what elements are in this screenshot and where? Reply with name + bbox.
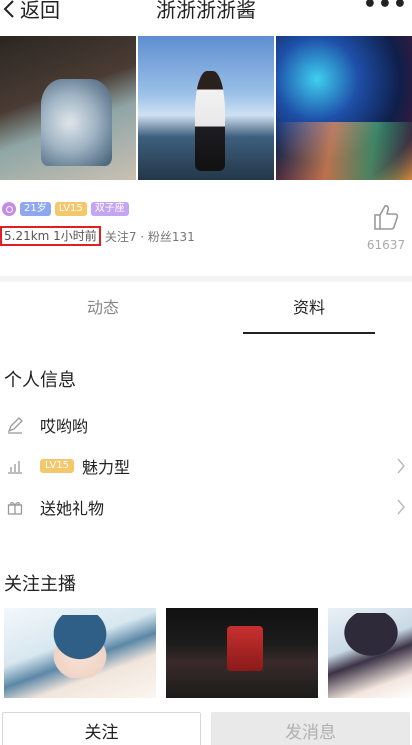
profile-summary: 21岁 LV15 双子座 5.21km 1小时前 关注7 · 粉丝131 616… (0, 196, 412, 260)
thumbs-up-icon (374, 204, 399, 230)
nav-header: 返回 浙浙浙浙酱 ••• (0, 0, 412, 34)
meta-row: 5.21km 1小时前 关注7 · 粉丝131 (0, 226, 195, 246)
distance-time: 5.21km 1小时前 (0, 226, 101, 246)
page-title: 浙浙浙浙酱 (156, 0, 256, 22)
pencil-icon (4, 414, 26, 436)
chevron-right-icon (397, 499, 405, 515)
female-gender-icon (2, 202, 16, 216)
personal-info-title: 个人信息 (4, 370, 76, 391)
like-button[interactable]: 61637 (364, 202, 408, 252)
signature-row: 哎哟哟 (0, 410, 412, 440)
level-badge: LV15 (54, 202, 87, 216)
bar-chart-icon (4, 455, 26, 477)
followed-anchors-title: 关注主播 (4, 574, 76, 595)
tab-profile[interactable]: 资料 (206, 282, 412, 334)
follow-info: 关注7 · 粉丝131 (104, 229, 195, 244)
like-count: 61637 (366, 238, 406, 252)
tab-moments[interactable]: 动态 (0, 282, 206, 334)
anchor-list (4, 608, 412, 698)
action-bar: 关注 发消息 (0, 712, 412, 745)
anchor-avatar[interactable] (328, 608, 412, 698)
badge-row: 21岁 LV15 双子座 (2, 202, 129, 216)
signature-text: 哎哟哟 (40, 417, 89, 436)
anchor-avatar[interactable] (4, 608, 156, 698)
send-message-button[interactable]: 发消息 (211, 712, 410, 745)
gift-icon (4, 496, 26, 518)
gift-row[interactable]: 送她礼物 (0, 492, 412, 522)
gift-label: 送她礼物 (40, 499, 105, 518)
tab-bar: 动态 资料 (0, 282, 412, 334)
more-menu-button[interactable]: ••• (363, 0, 408, 17)
zodiac-badge: 双子座 (90, 202, 129, 216)
profile-photo-3[interactable] (276, 36, 412, 180)
charm-row[interactable]: LV15 魅力型 (0, 451, 412, 481)
anchor-avatar[interactable] (166, 608, 318, 698)
profile-photo-2[interactable] (138, 36, 274, 180)
profile-photo-1[interactable] (0, 36, 136, 180)
photo-gallery (0, 36, 412, 180)
charm-type: 魅力型 (82, 458, 131, 477)
follow-button[interactable]: 关注 (2, 712, 201, 745)
charm-level-badge: LV15 (40, 459, 75, 473)
age-badge: 21岁 (20, 202, 51, 216)
chevron-right-icon (397, 458, 405, 474)
